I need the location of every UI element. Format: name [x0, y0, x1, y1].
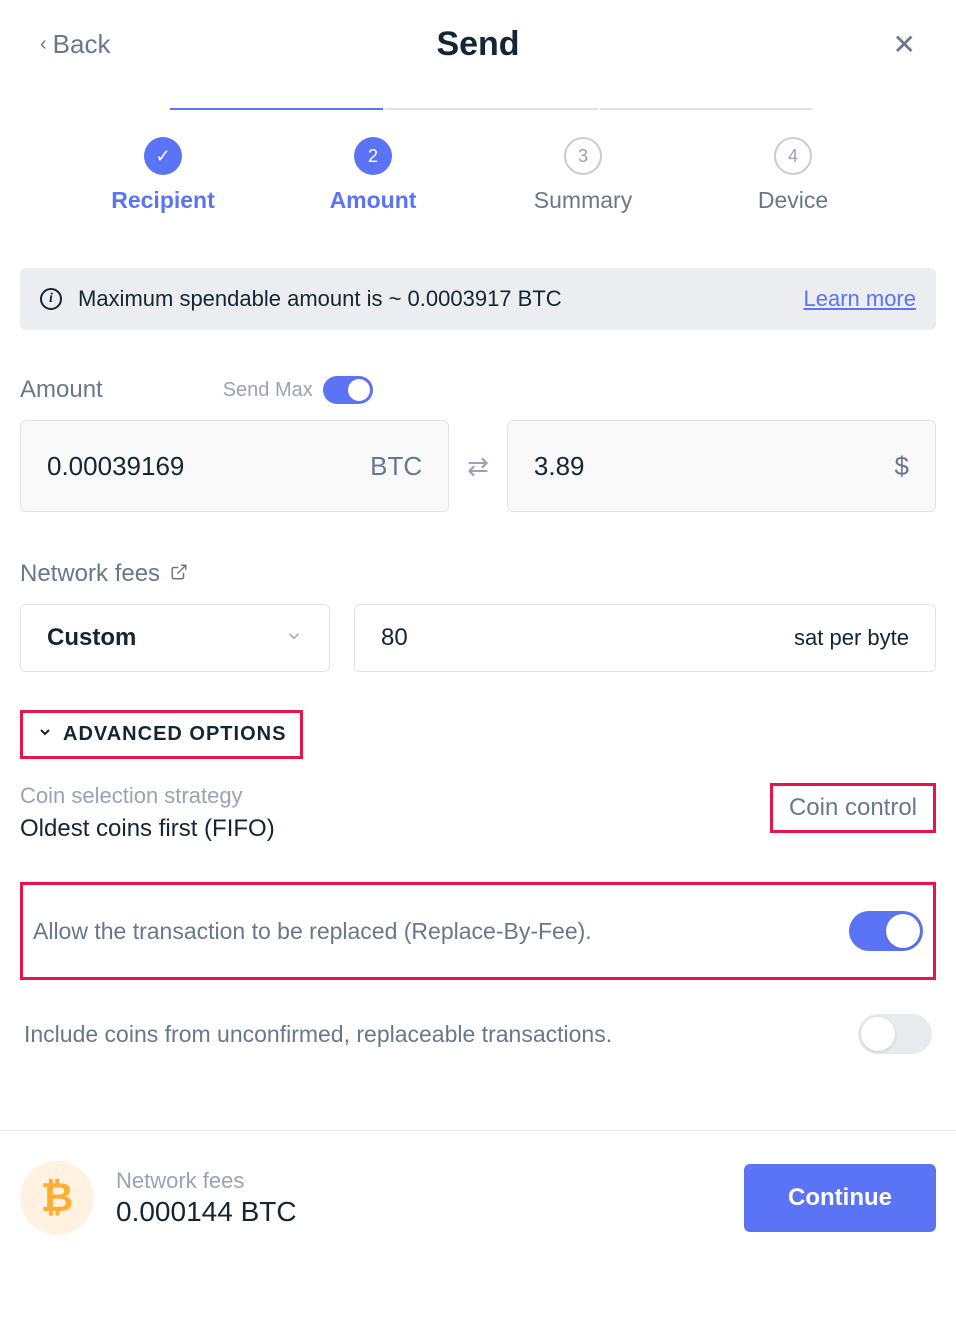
send-max-toggle[interactable]: [323, 376, 373, 404]
rbf-option-row: Allow the transaction to be replaced (Re…: [20, 882, 936, 980]
footer-fee-value: 0.000144 BTC: [116, 1196, 297, 1228]
network-fees-label: Network fees: [20, 560, 160, 588]
crypto-amount-unit: BTC: [370, 451, 422, 482]
step-number: 4: [774, 137, 812, 175]
step-number: 2: [354, 137, 392, 175]
coin-strategy-value: Oldest coins first (FIFO): [20, 815, 275, 843]
step-connector: [170, 108, 383, 110]
unconfirmed-toggle[interactable]: [858, 1014, 932, 1054]
stepper: ✓ Recipient 2 Amount 3 Summary 4 Device: [0, 89, 956, 268]
unconfirmed-label: Include coins from unconfirmed, replacea…: [24, 1021, 612, 1048]
info-banner: i Maximum spendable amount is ~ 0.000391…: [20, 268, 936, 330]
fee-rate-unit: sat per byte: [794, 625, 909, 651]
step-amount[interactable]: 2 Amount: [288, 137, 458, 214]
coin-control-button[interactable]: Coin control: [770, 783, 936, 833]
external-link-icon[interactable]: [170, 563, 188, 586]
fee-strategy-value: Custom: [47, 624, 136, 652]
fee-rate-input[interactable]: 80 sat per byte: [354, 604, 936, 672]
modal-header: ‹ Back Send ✕: [0, 0, 956, 89]
advanced-options-toggle[interactable]: ADVANCED OPTIONS: [20, 710, 303, 759]
rbf-label: Allow the transaction to be replaced (Re…: [33, 918, 592, 945]
continue-button[interactable]: Continue: [744, 1164, 936, 1232]
back-label: Back: [53, 29, 111, 60]
send-max-label: Send Max: [223, 379, 313, 402]
chevron-down-icon: [285, 627, 303, 650]
step-label: Recipient: [111, 187, 215, 214]
step-connector: [600, 108, 813, 110]
rbf-toggle[interactable]: [849, 911, 923, 951]
fee-strategy-select[interactable]: Custom: [20, 604, 330, 672]
fiat-amount-unit: $: [895, 451, 909, 482]
footer-fee-label: Network fees: [116, 1168, 297, 1194]
chevron-left-icon: ‹: [40, 33, 47, 56]
footer: ₿ Network fees 0.000144 BTC Continue: [0, 1130, 956, 1265]
check-icon: ✓: [144, 137, 182, 175]
step-connector: [385, 108, 598, 110]
unconfirmed-option-row: Include coins from unconfirmed, replacea…: [20, 986, 936, 1082]
back-button[interactable]: ‹ Back: [40, 29, 110, 60]
coin-strategy-label: Coin selection strategy: [20, 783, 275, 809]
step-label: Device: [758, 187, 828, 214]
fiat-amount-input[interactable]: 3.89 $: [507, 420, 936, 512]
close-button[interactable]: ✕: [893, 28, 916, 61]
close-icon: ✕: [893, 29, 916, 60]
page-title: Send: [436, 25, 519, 64]
info-text: Maximum spendable amount is ~ 0.0003917 …: [78, 286, 803, 312]
chevron-down-icon: [37, 723, 53, 746]
crypto-amount-input[interactable]: 0.00039169 BTC: [20, 420, 449, 512]
step-recipient[interactable]: ✓ Recipient: [78, 137, 248, 214]
step-summary: 3 Summary: [498, 137, 668, 214]
advanced-options-label: ADVANCED OPTIONS: [63, 723, 286, 746]
step-label: Amount: [330, 187, 417, 214]
fiat-amount-value: 3.89: [534, 451, 585, 482]
swap-icon[interactable]: ⇄: [467, 451, 489, 482]
learn-more-link[interactable]: Learn more: [803, 286, 916, 312]
fee-rate-value: 80: [381, 624, 408, 652]
bitcoin-icon: ₿: [20, 1161, 94, 1235]
crypto-amount-value: 0.00039169: [47, 451, 184, 482]
step-label: Summary: [534, 187, 632, 214]
step-number: 3: [564, 137, 602, 175]
step-device: 4 Device: [708, 137, 878, 214]
amount-label: Amount: [20, 376, 103, 404]
info-icon: i: [40, 288, 62, 310]
